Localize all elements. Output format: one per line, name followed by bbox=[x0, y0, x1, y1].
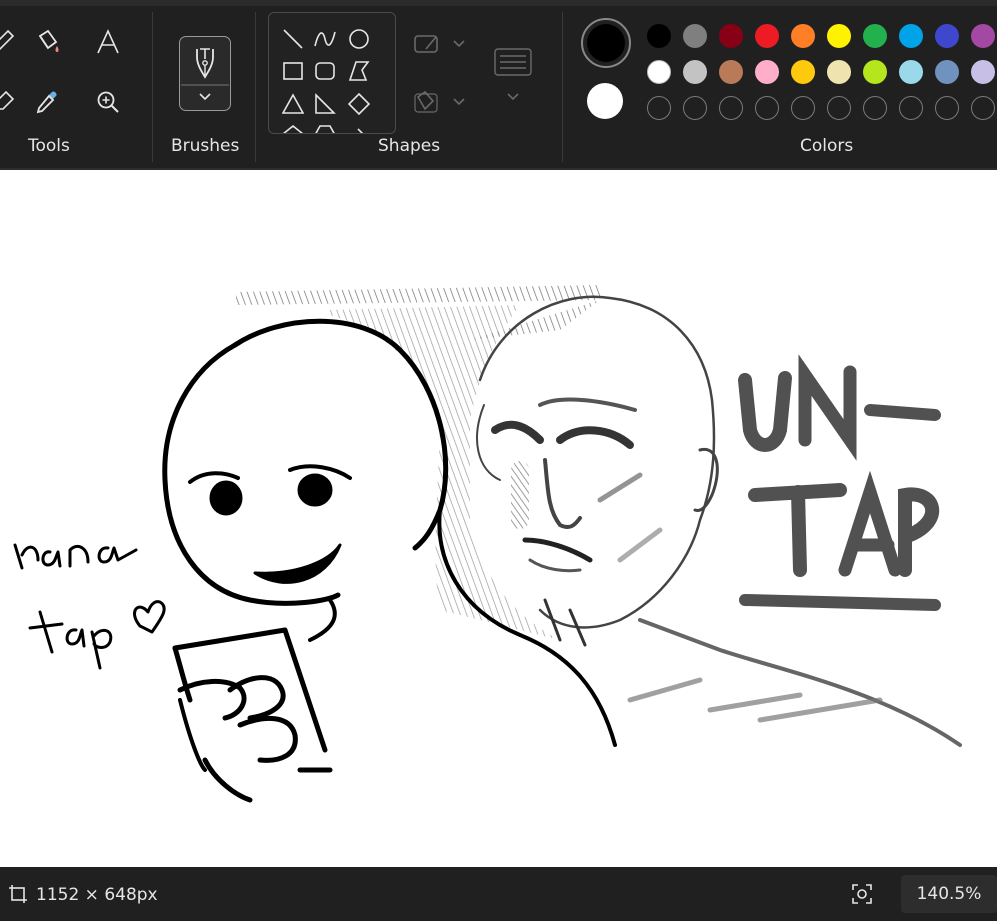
curve-shape-icon[interactable] bbox=[313, 27, 337, 51]
color-swatch[interactable] bbox=[647, 60, 671, 84]
polygon-shape-icon[interactable] bbox=[347, 59, 371, 83]
color-swatch[interactable] bbox=[683, 24, 707, 48]
custom-color-slot[interactable] bbox=[971, 96, 995, 120]
color-swatch[interactable] bbox=[791, 24, 815, 48]
pentagon-shape-icon[interactable] bbox=[281, 123, 305, 133]
status-bar: 1152 × 648px 140.5% bbox=[0, 867, 997, 921]
brushes-group-label: Brushes bbox=[171, 136, 240, 156]
color-swatch[interactable] bbox=[899, 60, 923, 84]
shape-outline-button[interactable] bbox=[412, 28, 482, 60]
diamond-shape-icon[interactable] bbox=[347, 92, 371, 116]
color-swatch[interactable] bbox=[935, 60, 959, 84]
rounded-rectangle-shape-icon[interactable] bbox=[313, 59, 337, 83]
primary-color-fill bbox=[587, 24, 625, 62]
handwriting bbox=[13, 543, 166, 670]
brush-selector-button[interactable] bbox=[179, 36, 231, 111]
custom-color-slot[interactable] bbox=[863, 96, 887, 120]
separator bbox=[152, 12, 153, 162]
custom-color-slot[interactable] bbox=[647, 96, 671, 120]
shape-fill-button[interactable] bbox=[412, 86, 482, 118]
colors-group-label: Colors bbox=[800, 136, 854, 156]
custom-color-slot[interactable] bbox=[899, 96, 923, 120]
line-shape-icon[interactable] bbox=[281, 27, 305, 51]
right-triangle-shape-icon[interactable] bbox=[313, 92, 337, 116]
color-swatch[interactable] bbox=[899, 24, 923, 48]
color-swatch[interactable] bbox=[683, 60, 707, 84]
color-swatch[interactable] bbox=[863, 60, 887, 84]
primary-color-swatch[interactable] bbox=[581, 18, 631, 68]
fill-icon[interactable] bbox=[30, 24, 66, 60]
color-swatch[interactable] bbox=[647, 24, 671, 48]
untap-lettering bbox=[738, 354, 941, 611]
ribbon-top-edge bbox=[0, 0, 997, 6]
ribbon-toolbar: Tools Brushes Shapes Colors bbox=[0, 0, 997, 170]
color-picker-icon[interactable] bbox=[30, 84, 66, 120]
magnifier-icon[interactable] bbox=[90, 84, 126, 120]
custom-color-slot[interactable] bbox=[755, 96, 779, 120]
tools-group-label: Tools bbox=[28, 136, 70, 156]
sketch-face bbox=[476, 295, 962, 747]
color-swatch[interactable] bbox=[719, 24, 743, 48]
cartoon-character bbox=[162, 318, 617, 803]
shapes-group-label: Shapes bbox=[378, 136, 441, 156]
color-swatch[interactable] bbox=[935, 24, 959, 48]
zoom-level[interactable]: 140.5% bbox=[901, 875, 997, 913]
color-swatch[interactable] bbox=[719, 60, 743, 84]
color-swatch[interactable] bbox=[827, 60, 851, 84]
triangle-shape-icon[interactable] bbox=[281, 92, 305, 116]
oval-shape-icon[interactable] bbox=[347, 27, 371, 51]
color-swatch[interactable] bbox=[971, 60, 995, 84]
pencil-icon[interactable] bbox=[0, 22, 22, 58]
color-swatch[interactable] bbox=[971, 24, 995, 48]
shape-size-button[interactable] bbox=[492, 46, 536, 108]
fit-to-window-icon[interactable] bbox=[851, 883, 873, 910]
color-swatch[interactable] bbox=[791, 60, 815, 84]
separator bbox=[255, 12, 256, 162]
rectangle-shape-icon[interactable] bbox=[281, 59, 305, 83]
custom-color-slot[interactable] bbox=[719, 96, 743, 120]
secondary-color-swatch[interactable] bbox=[587, 83, 623, 119]
calligraphy-pen-icon bbox=[181, 48, 229, 101]
arrow-shape-icon[interactable] bbox=[347, 123, 371, 133]
custom-color-slot[interactable] bbox=[683, 96, 707, 120]
color-swatch[interactable] bbox=[827, 24, 851, 48]
eraser-icon[interactable] bbox=[0, 82, 22, 118]
shapes-gallery bbox=[268, 12, 396, 134]
color-swatch[interactable] bbox=[755, 24, 779, 48]
artwork bbox=[13, 285, 962, 803]
text-icon[interactable] bbox=[90, 24, 126, 60]
custom-color-slot[interactable] bbox=[935, 96, 959, 120]
custom-color-slot[interactable] bbox=[827, 96, 851, 120]
color-swatch[interactable] bbox=[863, 24, 887, 48]
color-swatch[interactable] bbox=[755, 60, 779, 84]
drawing-canvas[interactable] bbox=[0, 170, 997, 867]
hexagon-shape-icon[interactable] bbox=[313, 123, 337, 133]
separator bbox=[562, 12, 563, 162]
custom-color-slot[interactable] bbox=[791, 96, 815, 120]
canvas-size-icon bbox=[8, 884, 28, 909]
canvas-dimensions: 1152 × 648px bbox=[36, 885, 158, 905]
